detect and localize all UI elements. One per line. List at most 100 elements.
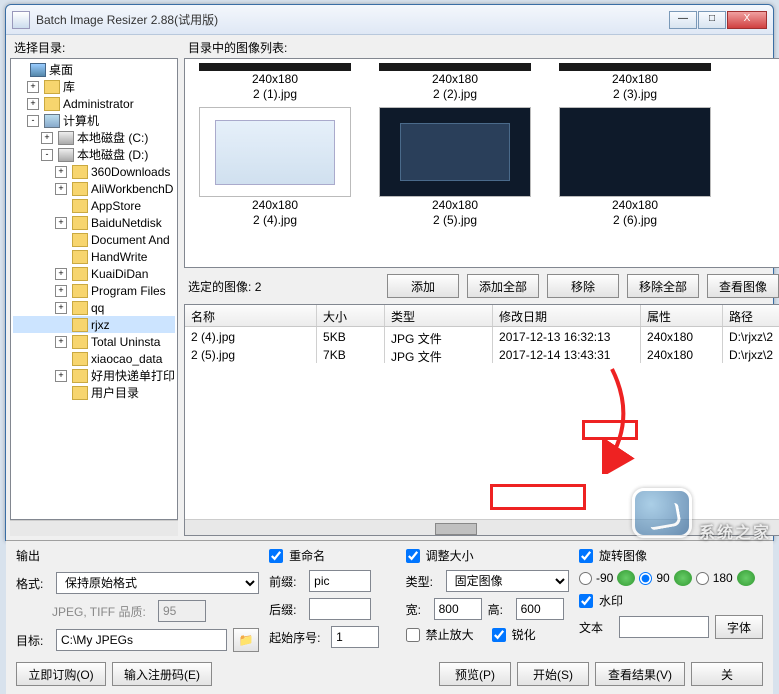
expand-toggle[interactable]: + [41, 132, 53, 144]
tree-node[interactable]: +AliWorkbenchD [13, 180, 175, 197]
rotate-left-icon [617, 570, 635, 586]
col-date[interactable]: 修改日期 [493, 305, 641, 326]
order-button[interactable]: 立即订购(O) [16, 662, 106, 686]
thumbnail-item[interactable]: 240x1802 (2).jpg [379, 63, 531, 101]
expand-toggle[interactable]: + [55, 268, 67, 280]
table-hscrollbar[interactable] [185, 519, 779, 535]
tree-node[interactable]: +BaiduNetdisk [13, 214, 175, 231]
col-attr[interactable]: 属性 [641, 305, 723, 326]
thumbnail-item[interactable]: 240x1802 (4).jpg [199, 103, 351, 227]
tree-node[interactable]: +Program Files [13, 282, 175, 299]
table-row[interactable]: 2 (5).jpg7KBJPG 文件2017-12-14 13:43:31240… [185, 345, 779, 363]
rename-checkbox[interactable] [269, 549, 283, 563]
expand-toggle[interactable]: + [55, 336, 67, 348]
quality-label: JPEG, TIFF 品质: [52, 603, 152, 620]
folder-icon [72, 318, 88, 332]
expand-toggle[interactable]: - [41, 149, 53, 161]
folder-tree[interactable]: 桌面+库+Administrator - 计算机+本地磁盘 (C:)-本地磁盘 (D… [10, 58, 178, 520]
selected-images-table[interactable]: 名称 大小 类型 修改日期 属性 路径 2 (4).jpg5KBJPG 文件20… [184, 304, 779, 536]
tree-node[interactable]: 用户目录 [13, 384, 175, 401]
tree-hscrollbar[interactable] [10, 520, 178, 536]
thumbnail-list[interactable]: 240x1802 (1).jpg240x1802 (2).jpg240x1802… [184, 58, 779, 268]
tree-node[interactable]: +360Downloads [13, 163, 175, 180]
sharpen-checkbox[interactable] [492, 628, 506, 642]
col-size[interactable]: 大小 [317, 305, 385, 326]
format-select[interactable]: 保持原始格式 [56, 572, 259, 594]
rot-90-radio[interactable] [639, 572, 652, 585]
tree-node[interactable]: 桌面 [13, 61, 175, 78]
remove-button[interactable]: 移除 [547, 274, 619, 298]
startnum-label: 起始序号: [269, 629, 325, 646]
folder-icon [72, 335, 88, 349]
expand-toggle[interactable]: + [55, 370, 67, 382]
thumbnail-item[interactable]: 240x1802 (3).jpg [559, 63, 711, 101]
resize-type-select[interactable]: 固定图像 [446, 570, 569, 592]
watermark-checkbox[interactable] [579, 594, 593, 608]
tree-node[interactable]: xiaocao_data [13, 350, 175, 367]
expand-toggle[interactable]: + [55, 285, 67, 297]
output-heading: 输出 [16, 547, 259, 564]
tree-node-label: 好用快递单打印 [91, 367, 175, 384]
expand-toggle[interactable]: + [55, 183, 67, 195]
rot-m90-radio[interactable] [579, 572, 592, 585]
folder-icon [72, 284, 88, 298]
rot-180-radio[interactable] [696, 572, 709, 585]
tree-node[interactable]: +库 [13, 78, 175, 95]
expand-toggle[interactable]: + [55, 302, 67, 314]
tree-node[interactable]: + 好用快递单打印 [13, 367, 175, 384]
maximize-button[interactable]: □ [698, 11, 726, 29]
tree-node-label: 计算机 [63, 112, 99, 129]
resize-checkbox[interactable] [406, 549, 420, 563]
close-app-button[interactable]: 关 [691, 662, 763, 686]
watermark-text-input[interactable] [619, 616, 709, 638]
view-result-button[interactable]: 查看结果(V) [595, 662, 685, 686]
folder-icon [44, 97, 60, 111]
width-input[interactable] [434, 598, 482, 620]
expand-toggle[interactable]: + [27, 81, 39, 93]
tree-node[interactable]: +Total Uninsta [13, 333, 175, 350]
table-row[interactable]: 2 (4).jpg5KBJPG 文件2017-12-13 16:32:13240… [185, 327, 779, 345]
register-button[interactable]: 输入注册码(E) [112, 662, 212, 686]
start-button[interactable]: 开始(S) [517, 662, 589, 686]
preview-button[interactable]: 预览(P) [439, 662, 511, 686]
tree-node[interactable]: HandWrite [13, 248, 175, 265]
col-name[interactable]: 名称 [185, 305, 317, 326]
expand-toggle[interactable]: + [55, 166, 67, 178]
startnum-input[interactable] [331, 626, 379, 648]
tree-node[interactable]: +本地磁盘 (C:) [13, 129, 175, 146]
tree-node[interactable]: +KuaiDiDan [13, 265, 175, 282]
remove-all-button[interactable]: 移除全部 [627, 274, 699, 298]
expand-toggle[interactable]: - [27, 115, 39, 127]
add-button[interactable]: 添加 [387, 274, 459, 298]
tree-node[interactable]: Document And [13, 231, 175, 248]
tree-node[interactable]: AppStore [13, 197, 175, 214]
expand-toggle[interactable]: + [27, 98, 39, 110]
close-button[interactable]: X [727, 11, 767, 29]
target-input[interactable] [56, 629, 227, 651]
font-button[interactable]: 字体 [715, 615, 763, 639]
tree-node[interactable]: +qq [13, 299, 175, 316]
view-image-button[interactable]: 查看图像 [707, 274, 779, 298]
col-type[interactable]: 类型 [385, 305, 493, 326]
height-input[interactable] [516, 598, 564, 620]
prefix-input[interactable] [309, 570, 371, 592]
thumbnail-item[interactable]: 240x1802 (6).jpg [559, 103, 711, 227]
tree-node[interactable]: +Administrator [13, 95, 175, 112]
thumbnail-item[interactable]: 240x1802 (1).jpg [199, 63, 351, 101]
expand-toggle[interactable]: + [55, 217, 67, 229]
tree-node[interactable]: -本地磁盘 (D:) [13, 146, 175, 163]
tree-node[interactable]: rjxz [13, 316, 175, 333]
thumbnail-item[interactable]: 240x1802 (5).jpg [379, 103, 531, 227]
tree-node[interactable]: - 计算机 [13, 112, 175, 129]
noenlarge-checkbox[interactable] [406, 628, 420, 642]
suffix-input[interactable] [309, 598, 371, 620]
rotate-checkbox[interactable] [579, 549, 593, 563]
titlebar[interactable]: Batch Image Resizer 2.88(试用版) — □ X [6, 5, 773, 35]
minimize-button[interactable]: — [669, 11, 697, 29]
tree-node-label: HandWrite [91, 250, 147, 264]
folder-icon [72, 250, 88, 264]
col-path[interactable]: 路径 [723, 305, 779, 326]
suffix-label: 后缀: [269, 601, 303, 618]
browse-target-button[interactable]: 📁 [233, 628, 259, 652]
add-all-button[interactable]: 添加全部 [467, 274, 539, 298]
